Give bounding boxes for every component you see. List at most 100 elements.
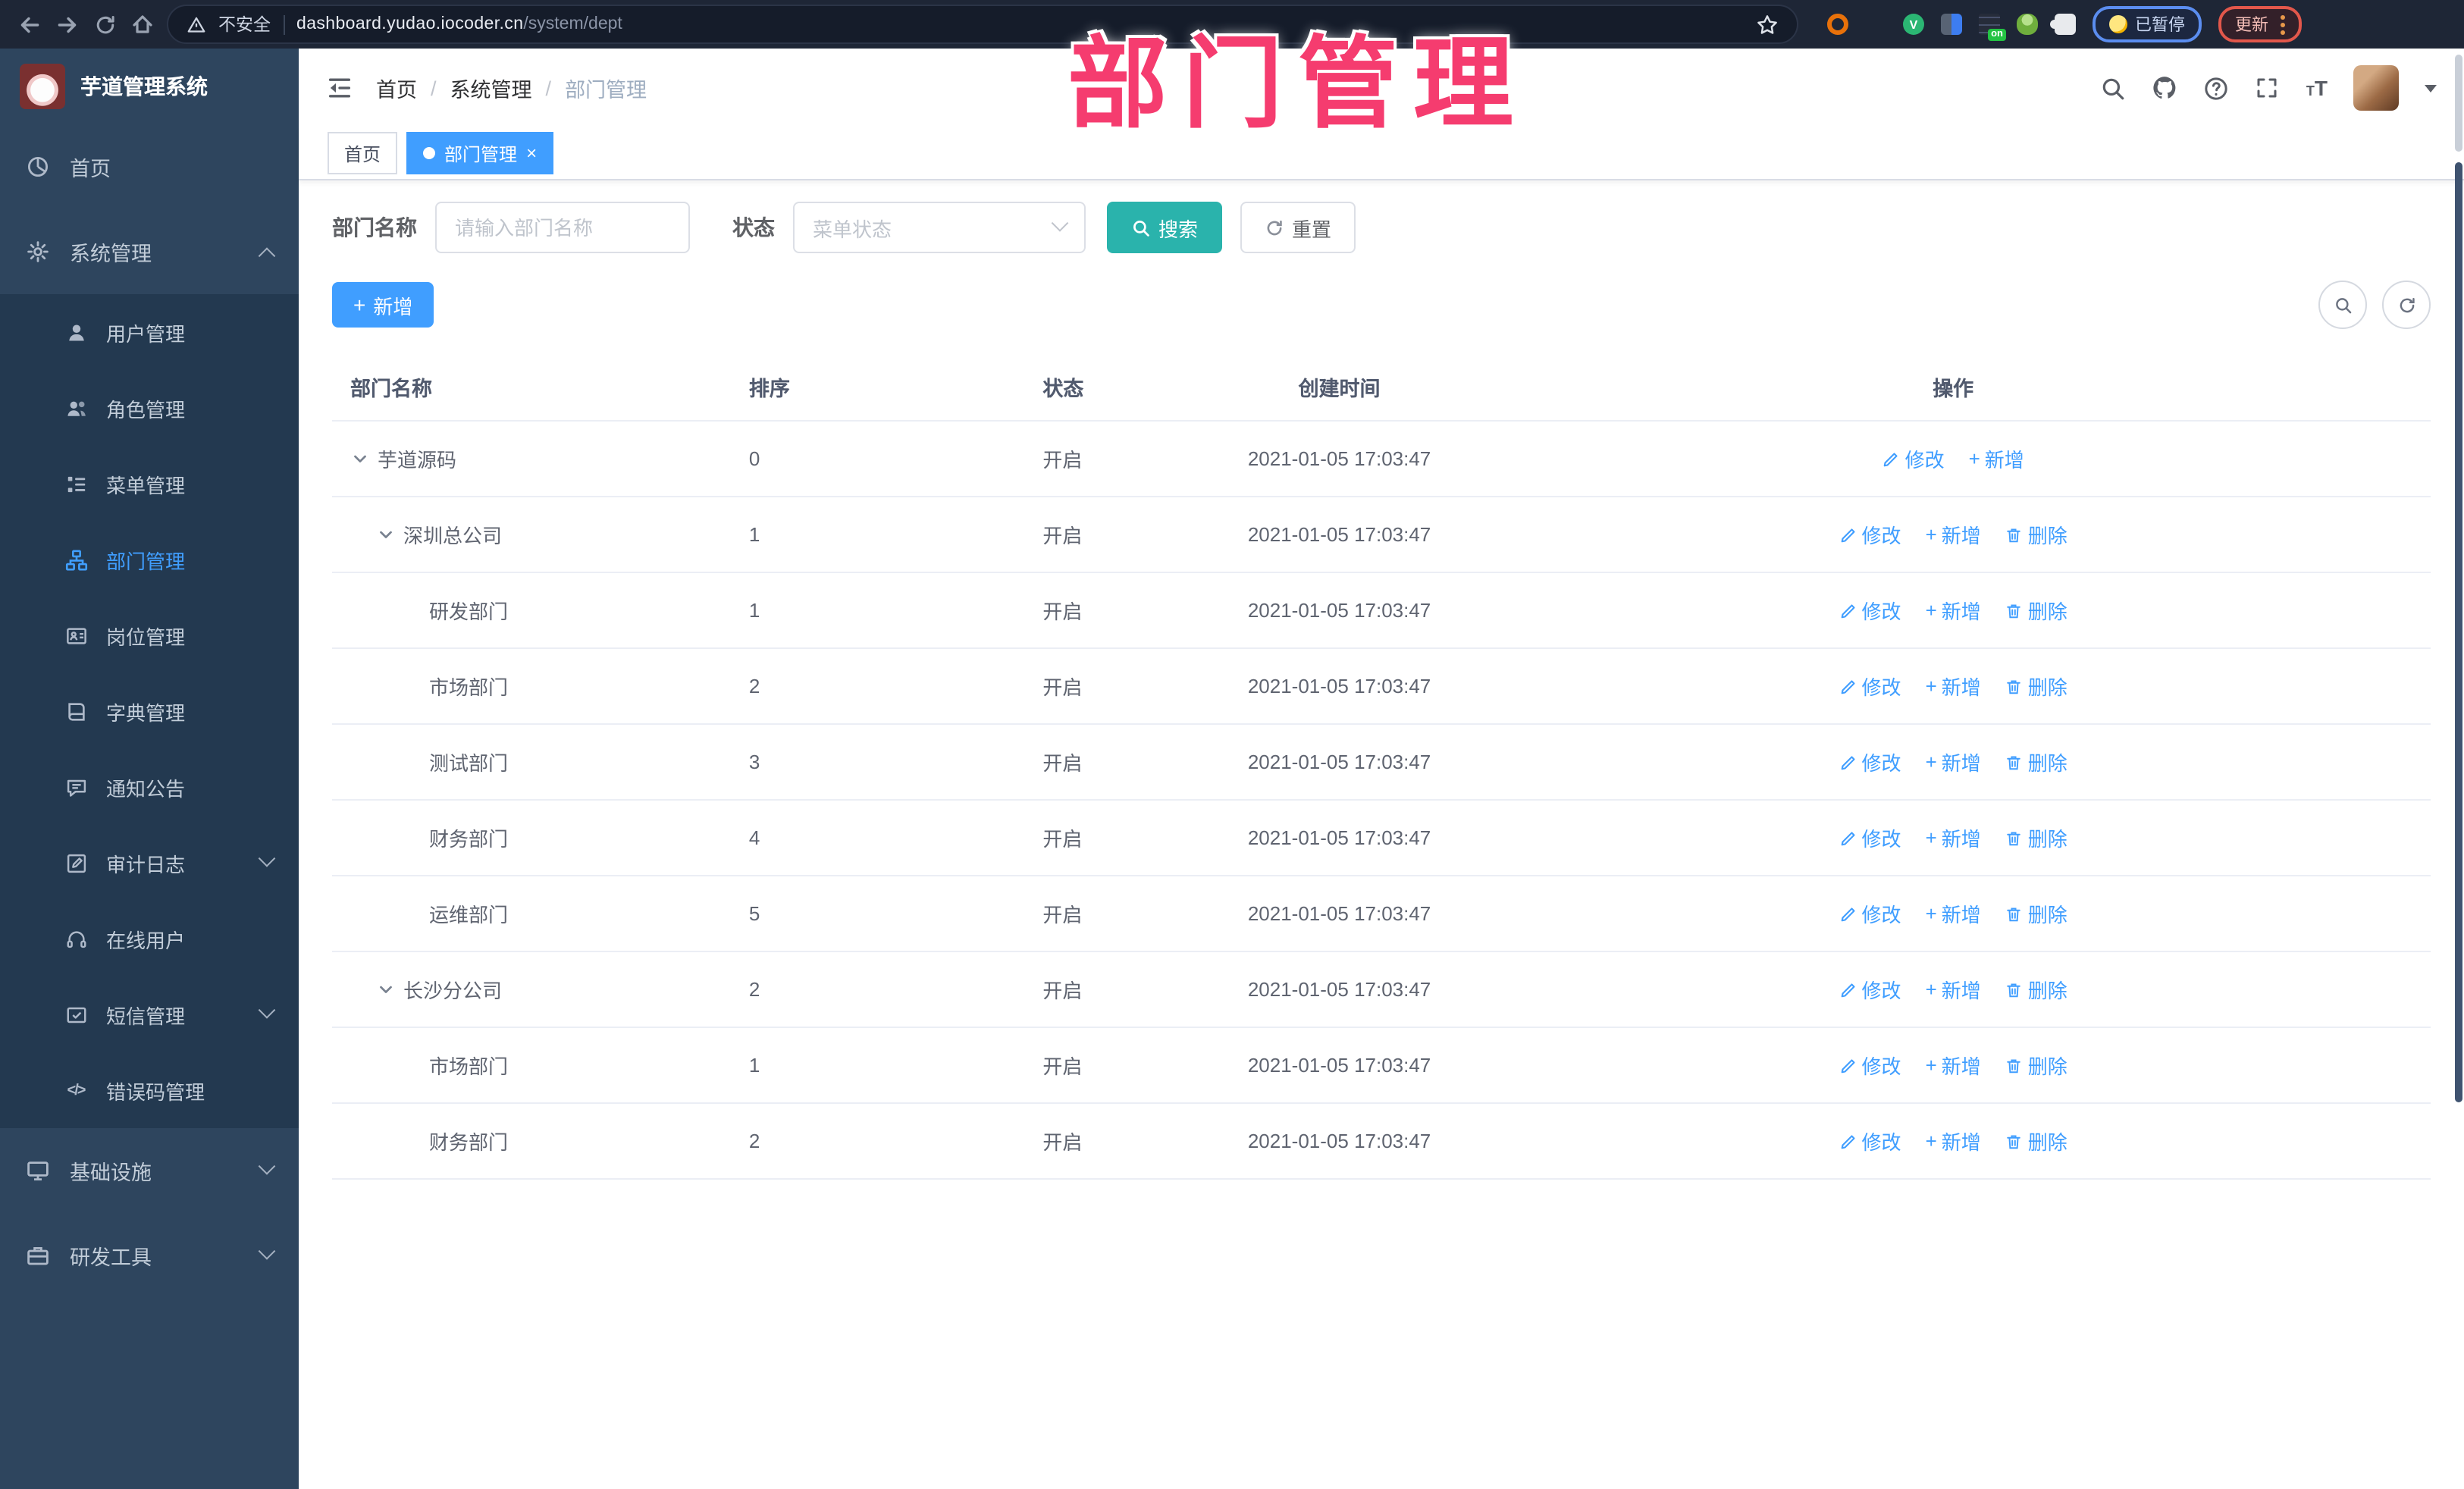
browser-profile-chip[interactable]: 已暂停 (2093, 6, 2202, 42)
edit-link[interactable]: 修改 (1839, 596, 1901, 625)
extensions-puzzle-icon[interactable] (2050, 14, 2076, 35)
edit-link[interactable]: 修改 (1839, 520, 1901, 549)
sidebar-item-sms-management[interactable]: 短信管理 (0, 976, 299, 1052)
add-link[interactable]: 新增 (1926, 672, 1981, 701)
divider (283, 14, 284, 34)
sidebar-item-system-management[interactable]: 系统管理 (0, 209, 299, 294)
update-button-label: 更新 (2235, 17, 2268, 35)
add-link[interactable]: 新增 (1926, 899, 1981, 928)
edit-link[interactable]: 修改 (1839, 899, 1901, 928)
home-icon[interactable] (129, 11, 156, 38)
search-button[interactable]: 搜索 (1107, 202, 1223, 253)
plus-icon (1926, 1054, 1937, 1077)
add-link[interactable]: 新增 (1926, 1051, 1981, 1080)
dept-name: 财务部门 (429, 828, 509, 851)
sidebar-item-post-management[interactable]: 岗位管理 (0, 597, 299, 673)
address-bar[interactable]: 不安全 dashboard.yudao.iocoder.cn/system/de… (167, 5, 1798, 44)
sidebar-fold-icon[interactable] (326, 74, 353, 102)
delete-link[interactable]: 删除 (2005, 1051, 2067, 1080)
close-icon[interactable] (526, 144, 537, 162)
delete-link[interactable]: 删除 (2005, 823, 2067, 852)
search-form: 部门名称 状态 菜单状态 搜索 重置 (332, 202, 2431, 253)
font-size-icon[interactable] (2306, 77, 2328, 99)
tab-home[interactable]: 首页 (328, 132, 398, 174)
scrollbar-thumb[interactable] (2455, 162, 2462, 1102)
delete-link[interactable]: 删除 (2005, 1127, 2067, 1155)
status-select[interactable]: 菜单状态 (793, 202, 1086, 253)
table-row: 市场部门 1 开启 2021-01-05 17:03:47 修改 新增 删除 (332, 1028, 2431, 1104)
delete-link[interactable]: 删除 (2005, 520, 2067, 549)
scrollbar-thumb[interactable] (2455, 55, 2462, 152)
refresh-icon[interactable] (91, 11, 118, 38)
extension-icon-gem[interactable] (1865, 14, 1886, 35)
search-icon[interactable] (2100, 75, 2126, 101)
toggle-search-button[interactable] (2318, 281, 2367, 329)
edit-link[interactable]: 修改 (1839, 823, 1901, 852)
edit-link[interactable]: 修改 (1839, 672, 1901, 701)
extension-icon-target[interactable] (1827, 14, 1848, 35)
edit-link[interactable]: 修改 (1839, 1127, 1901, 1155)
dictionary-icon (64, 699, 88, 723)
delete-link[interactable]: 删除 (2005, 899, 2067, 928)
edit-link[interactable]: 修改 (1839, 748, 1901, 776)
avatar[interactable] (2353, 65, 2399, 111)
dept-name-input[interactable] (435, 202, 690, 253)
breadcrumb-home[interactable]: 首页 (376, 73, 417, 103)
extension-icon-grid[interactable] (1941, 14, 1962, 35)
edit-link[interactable]: 修改 (1839, 1051, 1901, 1080)
extension-icon-v[interactable] (1903, 14, 1924, 35)
sidebar-item-online-users[interactable]: 在线用户 (0, 901, 299, 976)
browser-update-button[interactable]: 更新 (2218, 6, 2302, 42)
sidebar-item-dev-tools[interactable]: 研发工具 (0, 1213, 299, 1298)
add-link[interactable]: 新增 (1926, 520, 1981, 549)
dept-name: 芋道源码 (378, 449, 457, 472)
table-row: 财务部门 4 开启 2021-01-05 17:03:47 修改 新增 删除 (332, 801, 2431, 876)
forward-icon[interactable] (53, 11, 80, 38)
fullscreen-icon[interactable] (2255, 75, 2281, 101)
expand-arrow-icon[interactable] (350, 449, 370, 469)
github-icon[interactable] (2152, 75, 2177, 101)
tab-dept-management[interactable]: 部门管理 (406, 132, 554, 174)
breadcrumb-system[interactable]: 系统管理 (450, 73, 532, 103)
sidebar-item-notice[interactable]: 通知公告 (0, 749, 299, 825)
dept-name: 研发部门 (429, 600, 509, 623)
trash-icon (2008, 679, 2021, 694)
delete-link[interactable]: 删除 (2005, 975, 2067, 1004)
add-link[interactable]: 新增 (1926, 975, 1981, 1004)
extension-icon-proxy[interactable]: on (1979, 14, 2006, 41)
edit-link[interactable]: 修改 (1839, 975, 1901, 1004)
reset-button[interactable]: 重置 (1240, 202, 1356, 253)
sidebar-item-menu-management[interactable]: 菜单管理 (0, 446, 299, 522)
security-label: 不安全 (218, 17, 271, 35)
sidebar-item-audit-log[interactable]: 审计日志 (0, 825, 299, 901)
refresh-table-button[interactable] (2382, 281, 2431, 329)
add-link[interactable]: 新增 (1969, 444, 2024, 473)
delete-link[interactable]: 删除 (2005, 748, 2067, 776)
help-icon[interactable] (2203, 75, 2229, 101)
add-link[interactable]: 新增 (1926, 823, 1981, 852)
add-link[interactable]: 新增 (1926, 1127, 1981, 1155)
sidebar-item-user-management[interactable]: 用户管理 (0, 294, 299, 370)
add-link[interactable]: 新增 (1926, 596, 1981, 625)
extension-icon-person[interactable] (2017, 14, 2038, 35)
bookmark-star-icon[interactable] (1756, 13, 1779, 36)
expand-arrow-icon[interactable] (376, 525, 396, 544)
sidebar-item-infrastructure[interactable]: 基础设施 (0, 1128, 299, 1213)
add-button[interactable]: 新增 (332, 282, 434, 328)
delete-link[interactable]: 删除 (2005, 596, 2067, 625)
sidebar-item-home[interactable]: 首页 (0, 124, 299, 209)
expand-arrow-icon[interactable] (376, 980, 396, 999)
sidebar-item-dict-management[interactable]: 字典管理 (0, 673, 299, 749)
audit-log-icon (64, 851, 88, 875)
edit-link[interactable]: 修改 (1882, 444, 1945, 473)
add-link[interactable]: 新增 (1926, 748, 1981, 776)
delete-link[interactable]: 删除 (2005, 672, 2067, 701)
app-logo[interactable]: 芋道管理系统 (0, 49, 299, 124)
url-host: dashboard.yudao.iocoder.cn (296, 15, 524, 33)
sidebar-item-error-code[interactable]: 错误码管理 (0, 1052, 299, 1128)
caret-down-icon[interactable] (2425, 84, 2437, 92)
table-tools (2318, 281, 2431, 329)
sidebar-item-role-management[interactable]: 角色管理 (0, 370, 299, 446)
sidebar-item-dept-management[interactable]: 部门管理 (0, 522, 299, 597)
back-icon[interactable] (15, 11, 42, 38)
